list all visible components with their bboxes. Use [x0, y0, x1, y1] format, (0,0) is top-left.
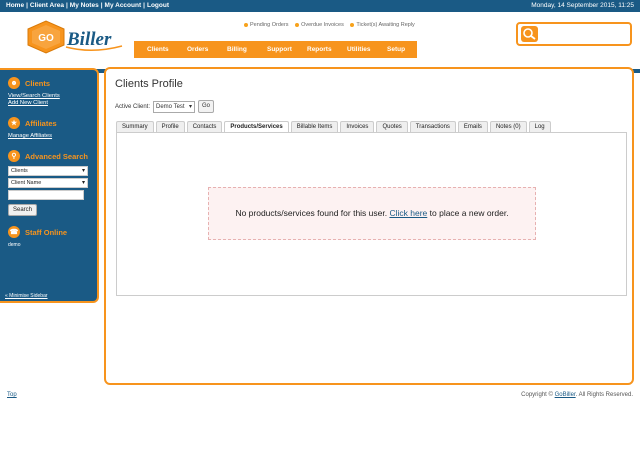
nav-support[interactable]: Support [254, 41, 294, 58]
sidebar-affiliates-heading: ★ Affiliates [8, 116, 91, 130]
header: GO Biller Pending Orders Overdue Invoice… [0, 12, 640, 73]
tab-profile[interactable]: Profile [155, 121, 185, 132]
top-links: Home | Client Area | My Notes | My Account | Log… [6, 2, 169, 9]
tab-emails[interactable]: Emails [457, 121, 488, 132]
search-icon: ⚲ [8, 150, 20, 162]
top-link[interactable]: Top [7, 392, 17, 398]
staff-online-user: demo [8, 242, 21, 248]
active-client-row: Active Client: Demo Test Go [115, 100, 215, 113]
nav-setup[interactable]: Setup [374, 41, 414, 58]
nav-utilities[interactable]: Utilities [334, 41, 374, 58]
separator: | [143, 2, 145, 9]
minimise-sidebar-link[interactable]: « Minimise Sidebar [5, 293, 48, 299]
copyright: Copyright © GoBiller. All Rights Reserve… [521, 392, 633, 398]
place-order-link[interactable]: Click here [389, 208, 427, 218]
sidebar-staff-online-heading: ☎ Staff Online [8, 225, 91, 239]
tab-transactions[interactable]: Transactions [409, 121, 456, 132]
tab-log[interactable]: Log [528, 121, 551, 132]
logo-graphic: GO Biller [27, 20, 123, 54]
home-link[interactable]: Home [6, 2, 24, 9]
search-field-select[interactable]: Client Name [8, 178, 88, 188]
add-new-client-link[interactable]: Add New Client [8, 100, 91, 107]
my-notes-link[interactable]: My Notes [70, 2, 99, 9]
gobiller-link[interactable]: GoBiller [555, 392, 576, 398]
my-account-link[interactable]: My Account [105, 2, 142, 9]
main-nav: Clients Orders Billing Support Reports U… [134, 41, 417, 58]
copyright-text: Copyright © [521, 392, 553, 398]
sidebar-advanced-search-heading: ⚲ Advanced Search [8, 149, 91, 163]
tickets-notice[interactable]: Ticket(s) Awaiting Reply [350, 22, 415, 28]
sidebar-clients-heading: ☻ Clients [8, 76, 91, 90]
search-type-select[interactable]: Clients [8, 166, 88, 176]
sidebar-advanced-search-title: Advanced Search [25, 151, 88, 161]
sidebar: ☻ Clients View/Search Clients Add New Cl… [0, 68, 99, 303]
notice-text-after: to place a new order. [429, 208, 509, 218]
separator: | [65, 2, 68, 9]
notice-text: No products/services found for this user… [235, 208, 388, 218]
bullet-icon [295, 22, 300, 27]
client-area-link[interactable]: Client Area [30, 2, 64, 9]
logo-biller-text: Biller [66, 29, 112, 50]
sidebar-affiliates-title: Affiliates [25, 118, 57, 128]
view-search-clients-link[interactable]: View/Search Clients [8, 93, 91, 100]
search-value-input[interactable] [8, 190, 84, 200]
overdue-invoices-notice[interactable]: Overdue Invoices [295, 22, 344, 28]
tab-summary[interactable]: Summary [116, 121, 154, 132]
logo-go-text: GO [38, 33, 54, 44]
users-icon: ☻ [8, 77, 20, 89]
nav-reports[interactable]: Reports [294, 41, 334, 58]
bullet-icon [244, 22, 248, 27]
affiliates-icon: ★ [8, 117, 20, 129]
search-icon[interactable] [521, 26, 538, 42]
sidebar-clients-title: Clients [25, 78, 51, 88]
intelli-search-box[interactable] [516, 22, 632, 46]
copyright-text-after: . All Rights Reserved. [575, 392, 633, 398]
tab-quotes[interactable]: Quotes [376, 121, 408, 132]
tab-billable-items[interactable]: Billable Items [290, 121, 339, 132]
tab-notes[interactable]: Notes (0) [489, 121, 527, 132]
active-client-label: Active Client: [115, 103, 151, 110]
sidebar-staff-online-title: Staff Online [25, 227, 68, 237]
nav-orders[interactable]: Orders [174, 41, 214, 58]
nav-billing[interactable]: Billing [214, 41, 254, 58]
pending-orders-notice[interactable]: Pending Orders [244, 22, 289, 28]
current-date: Monday, 14 September 2015, 11:25 [531, 2, 634, 9]
staff-icon: ☎ [8, 226, 20, 238]
active-client-select[interactable]: Demo Test [153, 100, 196, 113]
logout-link[interactable]: Logout [147, 2, 169, 9]
bullet-icon [350, 22, 355, 27]
tab-invoices[interactable]: Invoices [340, 121, 375, 132]
top-bar: Home | Client Area | My Notes | My Account | Log… [0, 0, 640, 12]
search-button[interactable]: Search [8, 204, 37, 216]
nav-clients[interactable]: Clients [134, 41, 174, 58]
tab-contacts[interactable]: Contacts [186, 121, 223, 132]
tickets-label: Ticket(s) Awaiting Reply [356, 22, 415, 28]
header-notices: Pending Orders Overdue Invoices Ticket(s… [244, 22, 420, 28]
manage-affiliates-link[interactable]: Manage Affiliates [8, 133, 91, 140]
tab-panel: No products/services found for this user… [116, 132, 627, 296]
go-button[interactable]: Go [198, 100, 215, 113]
overdue-invoices-label: Overdue Invoices [301, 22, 344, 28]
separator: | [100, 2, 103, 9]
page-title: Clients Profile [115, 78, 183, 90]
separator: | [26, 2, 28, 9]
pending-orders-label: Pending Orders [250, 22, 289, 28]
gobiller-logo[interactable]: GO Biller [26, 17, 126, 57]
main-content: Clients Profile Active Client: Demo Test… [104, 67, 634, 385]
no-products-notice: No products/services found for this user… [208, 187, 536, 240]
